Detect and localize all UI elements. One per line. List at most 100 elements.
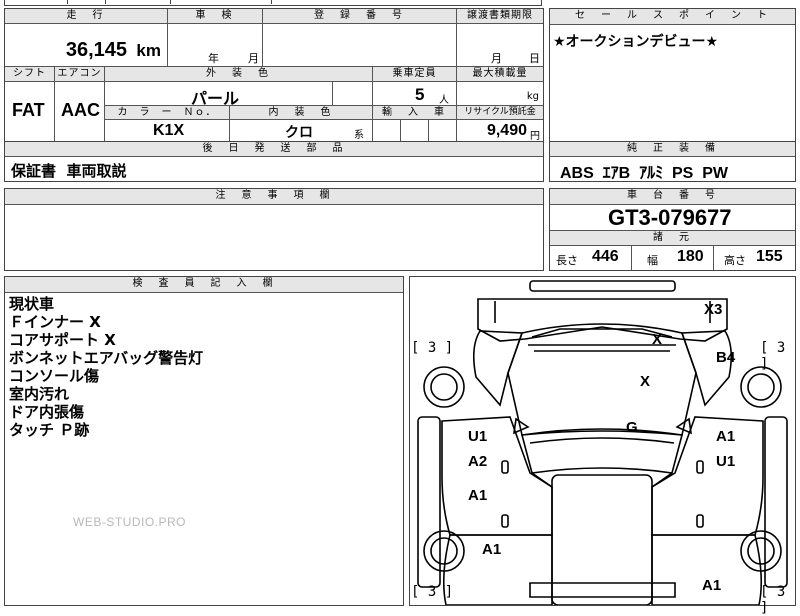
tire-grade-front-right: [ 3 ] (760, 340, 786, 372)
later-parts-value: 保証書 車両取説 (11, 162, 127, 180)
height-label: 高さ (724, 254, 746, 267)
hood (507, 323, 697, 436)
right-rear-door (651, 534, 763, 605)
exterior-color-cell: パール (105, 82, 333, 108)
chassis-box: 車 台 番 号 GT3-079677 諸 元 長さ 446 幅 180 高さ 1… (549, 188, 796, 271)
recycle-header: リサイクル預託金 (457, 106, 543, 120)
mark-left-rear-quarter: A1 (482, 541, 502, 558)
length-value: 446 (592, 248, 619, 265)
chassis-value: GT3-079677 (608, 205, 732, 230)
inspector-note: ボンネットエアバッグ警告灯 (9, 349, 204, 367)
caution-header: 注 意 事 項 欄 (5, 189, 543, 205)
standard-equipment-header: 純 正 装 備 (550, 142, 795, 157)
import-header: 輸 入 車 (373, 106, 457, 120)
tire-front-left (423, 366, 465, 408)
right-front-door (651, 416, 764, 536)
interior-header: 内 装 色 (230, 106, 373, 120)
width-label: 幅 (647, 254, 658, 267)
later-parts-box: 後 日 発 送 部 品 保証書 車両取説 (4, 142, 544, 182)
transfer-day-unit: 日 (529, 52, 540, 65)
exterior-color-extra-cell (333, 82, 373, 106)
mileage-cell: 36,145 km (5, 24, 168, 67)
front-left-fender (472, 330, 524, 407)
mark-right-fender: B4 (716, 349, 736, 366)
tire-grade-rear-right: [ 3 ] (760, 584, 786, 616)
mark-windshield: G (626, 419, 638, 436)
standard-equipment-box: 純 正 装 備 ABS ｴｱB ｱﾙﾐ PS PW (549, 142, 796, 182)
aircon-cell: AAC (55, 82, 105, 141)
top-left-strip (4, 0, 542, 6)
recycle-cell: 9,490 円 (457, 120, 543, 142)
car-diagram-box: X3 X X B4 G U1 A2 A1 U1 A1 A1 A1 [ 3 ] [… (409, 276, 796, 616)
inspector-note: コアサポート X (9, 331, 116, 349)
roof (551, 474, 653, 605)
mark-left-front-door-2: A2 (468, 453, 488, 470)
sales-point-value: ★オークションデビュー★ (553, 34, 719, 50)
vehicle-info-grid: 走 行 車 検 登 録 番 号 譲渡書類期限 36,145 km 年 月 月 日… (4, 8, 544, 142)
inspection-header: 車 検 (168, 9, 263, 24)
dimensions-header: 諸 元 (550, 231, 795, 246)
inspection-month-unit: 月 (248, 52, 259, 65)
color-no-value: K1X (153, 122, 185, 139)
inspector-notes-box: 検 査 員 記 入 欄 現状車 Ｆインナー X コアサポート X ボンネットエア… (4, 276, 404, 606)
watermark: WEB-STUDIO.PRO (73, 515, 187, 529)
capacity-header: 乗車定員 (373, 67, 457, 82)
transfer-month-unit: 月 (491, 52, 502, 65)
mark-right-rear-quarter: A1 (702, 577, 722, 594)
capacity-cell: 5 人 (373, 82, 457, 106)
mark-front-bumper: X3 (704, 301, 723, 318)
tire-grade-rear-left: [ 3 ] (411, 584, 454, 600)
exterior-color-header: 外 装 色 (105, 67, 373, 82)
tire-front-right (740, 366, 782, 408)
front-right-fender (680, 330, 733, 407)
aircon-value: AAC (61, 100, 100, 120)
aircon-header: エアコン (55, 67, 105, 82)
inspector-note: コンソール傷 (9, 367, 100, 385)
standard-equipment-value: ABS ｴｱB ｱﾙﾐ PS PW (560, 165, 729, 182)
mileage-header: 走 行 (5, 9, 168, 24)
shift-header: シフト (5, 67, 55, 82)
mark-left-front-door-1: U1 (468, 428, 488, 445)
inspector-note: ドア内張傷 (9, 403, 85, 421)
inspector-note: 室内汚れ (9, 385, 70, 403)
max-load-header: 最大積載量 (457, 67, 543, 82)
later-parts-header: 後 日 発 送 部 品 (5, 142, 543, 157)
mark-left-rear-door: A1 (468, 487, 488, 504)
sales-point-header: セ ー ル ス ポ イ ン ト (550, 9, 795, 25)
caution-box: 注 意 事 項 欄 (4, 188, 544, 271)
sales-point-box: セ ー ル ス ポ イ ン ト ★オークションデビュー★ (549, 8, 796, 142)
mileage-value: 36,145 (65, 39, 127, 61)
front-bumper (477, 298, 728, 342)
recycle-unit: 円 (530, 131, 540, 142)
mileage-unit: km (136, 41, 161, 60)
inspection-cell: 年 月 (168, 24, 263, 67)
interior-cell: クロ 系 (230, 120, 373, 141)
chassis-header: 車 台 番 号 (550, 189, 795, 205)
inspector-notes-header: 検 査 員 記 入 欄 (5, 277, 403, 293)
chassis-value-cell: GT3-079677 (550, 204, 795, 231)
transfer-cell: 月 日 (457, 24, 543, 67)
interior-value: クロ (285, 125, 313, 141)
inspector-note: タッチ Ｐ跡 (9, 421, 90, 439)
recycle-value: 9,490 (486, 122, 527, 139)
tire-grade-front-left: [ 3 ] (411, 340, 454, 356)
length-label: 長さ (556, 254, 578, 267)
mark-right-front-door-1: A1 (716, 428, 736, 445)
import-cell (373, 120, 457, 141)
shift-value: FAT (12, 100, 45, 120)
inspector-note: 現状車 (9, 295, 55, 313)
registration-cell (263, 24, 457, 67)
inspector-note: Ｆインナー X (9, 313, 101, 331)
height-value: 155 (756, 248, 783, 265)
capacity-value: 5 (415, 85, 425, 104)
transfer-header: 譲渡書類期限 (457, 9, 543, 24)
windshield (520, 428, 684, 474)
mark-right-front-door-2: U1 (716, 453, 736, 470)
registration-header: 登 録 番 号 (263, 9, 457, 24)
interior-suffix: 系 (354, 130, 364, 141)
color-no-header: カ ラ ー Ｎｏ． (105, 106, 230, 120)
width-value: 180 (677, 248, 704, 265)
color-no-cell: K1X (105, 120, 230, 141)
left-front-door (441, 416, 553, 536)
inspector-notes-list: 現状車 Ｆインナー X コアサポート X ボンネットエアバッグ警告灯 コンソール… (9, 295, 203, 439)
